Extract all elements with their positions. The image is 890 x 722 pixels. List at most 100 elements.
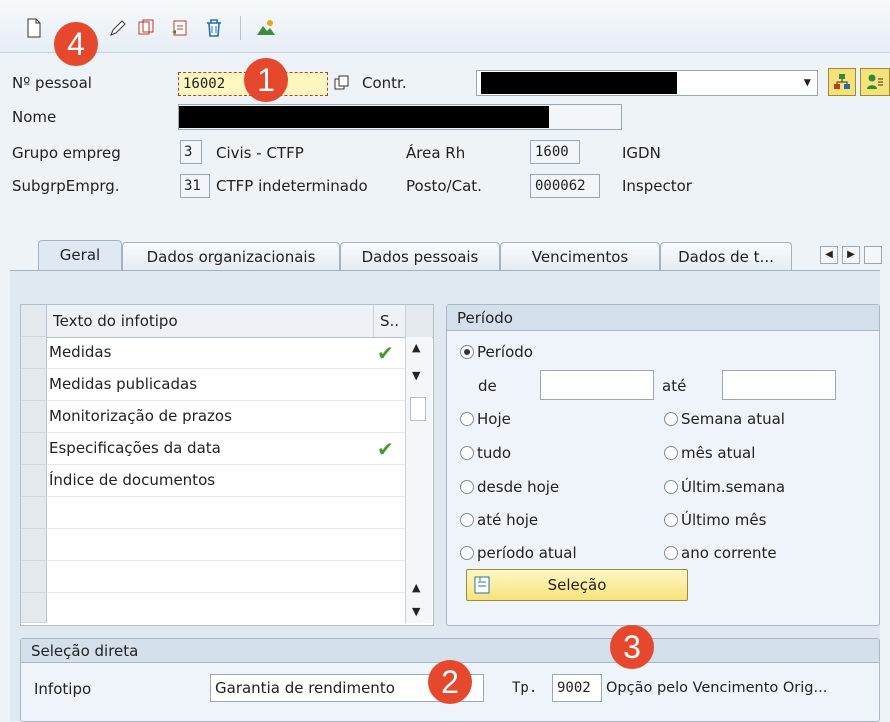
- row-selector[interactable]: [21, 401, 47, 433]
- row-selector[interactable]: [21, 337, 47, 369]
- person-button[interactable]: [860, 68, 890, 96]
- row-label: Índice de documentos: [49, 471, 216, 489]
- row-selector[interactable]: [21, 433, 47, 465]
- scroll-page-down-icon[interactable]: ▼: [412, 369, 420, 382]
- position-code: 000062: [530, 174, 600, 198]
- to-date-input[interactable]: [722, 370, 836, 400]
- copy-icon[interactable]: [334, 75, 350, 91]
- type-description: Opção pelo Vencimento Orig...: [606, 680, 828, 696]
- to-label: até: [662, 377, 687, 395]
- tab-dados-organizacionais[interactable]: Dados organizacionais: [122, 242, 340, 272]
- table-header: Texto do infotipo S..: [21, 305, 433, 338]
- radio-ultima-semana[interactable]: Últim.semana: [664, 478, 785, 496]
- infotype-label: Infotipo: [34, 680, 92, 698]
- tab-list-icon[interactable]: [864, 246, 882, 264]
- table-row[interactable]: Medidas ✔: [47, 337, 407, 369]
- row-selector[interactable]: [21, 465, 47, 497]
- tab-scroll-left-icon[interactable]: ◀: [820, 246, 838, 264]
- row-selector[interactable]: [21, 497, 47, 529]
- employee-subgroup-text: CTFP indeterminado: [216, 177, 368, 195]
- scroll-page-up-icon[interactable]: ▲: [412, 581, 420, 594]
- radio-label: Período: [477, 343, 533, 361]
- row-selector[interactable]: [21, 593, 47, 623]
- column-header-text[interactable]: Texto do infotipo: [53, 312, 178, 330]
- personnel-number-label: Nº pessoal: [12, 74, 92, 92]
- selection-icon: [474, 576, 490, 594]
- radio-ultimo-mes[interactable]: Último mês: [664, 511, 766, 529]
- row-label: Medidas: [49, 343, 112, 361]
- radio-tudo[interactable]: tudo: [460, 444, 511, 462]
- row-selector[interactable]: [21, 561, 47, 593]
- redacted-name: [179, 106, 549, 128]
- from-date-input[interactable]: [540, 370, 654, 400]
- contract-select[interactable]: ▼: [476, 70, 818, 96]
- row-selector[interactable]: [21, 529, 47, 561]
- delete-icon[interactable]: [204, 18, 224, 38]
- overview-icon[interactable]: [256, 18, 276, 38]
- new-document-icon[interactable]: [24, 18, 44, 38]
- table-scrollbar[interactable]: ▲ ▼ ▲ ▼: [405, 337, 432, 623]
- table-row[interactable]: [47, 497, 407, 529]
- chevron-down-icon: ▼: [803, 75, 811, 89]
- hierarchy-icon: [834, 74, 850, 89]
- name-field: [178, 104, 622, 130]
- employee-group-text: Civis - CTFP: [216, 144, 304, 162]
- column-header-status[interactable]: S..: [373, 305, 405, 337]
- table-row[interactable]: Especificações da data ✔: [47, 433, 407, 465]
- radio-desde-hoje[interactable]: desde hoje: [460, 478, 559, 496]
- tab-vencimentos[interactable]: Vencimentos: [500, 242, 660, 272]
- table-row[interactable]: Índice de documentos: [47, 465, 407, 497]
- table-row[interactable]: Monitorização de prazos: [47, 401, 407, 433]
- row-label: Especificações da data: [49, 439, 221, 457]
- annotation-marker-1: 1: [244, 58, 288, 102]
- radio-ano-corrente[interactable]: ano corrente: [664, 544, 777, 562]
- radio-selected-icon: [460, 345, 474, 359]
- type-label: Tp.: [512, 680, 538, 696]
- scroll-down-icon[interactable]: ▼: [412, 605, 420, 618]
- tab-geral[interactable]: Geral: [38, 240, 122, 272]
- scroll-thumb[interactable]: [410, 397, 426, 421]
- annotation-marker-3: 3: [610, 625, 654, 669]
- tab-dados-pessoais[interactable]: Dados pessoais: [340, 242, 500, 272]
- contract-label: Contr.: [362, 74, 407, 92]
- position-label: Posto/Cat.: [406, 177, 482, 195]
- copy-icon[interactable]: [136, 18, 156, 38]
- annotation-marker-2: 2: [428, 660, 472, 704]
- redacted-contract: [481, 72, 677, 94]
- column-settings-cell[interactable]: [405, 305, 433, 337]
- radio-period[interactable]: Período: [460, 343, 533, 361]
- employee-group-code: 3: [180, 140, 202, 164]
- radio-mes-atual[interactable]: mês atual: [664, 444, 755, 462]
- type-input[interactable]: 9002: [552, 674, 602, 702]
- name-label: Nome: [12, 108, 57, 126]
- person-icon: [867, 74, 883, 89]
- row-selector[interactable]: [21, 369, 47, 401]
- toolbar-separator: [240, 16, 241, 40]
- radio-periodo-atual[interactable]: período atual: [460, 544, 577, 562]
- checkmark-icon: ✔: [377, 437, 394, 461]
- employee-group-label: Grupo empreg: [12, 144, 121, 162]
- change-pencil-icon[interactable]: [108, 18, 128, 38]
- radio-hoje[interactable]: Hoje: [460, 410, 511, 428]
- table-row[interactable]: [47, 529, 407, 561]
- table-row[interactable]: [47, 561, 407, 593]
- tab-dados-de-t[interactable]: Dados de t...: [660, 242, 792, 272]
- table-row[interactable]: Medidas publicadas: [47, 369, 407, 401]
- radio-ate-hoje[interactable]: até hoje: [460, 511, 538, 529]
- org-structure-button[interactable]: [828, 68, 856, 96]
- annotation-marker-4: 4: [54, 22, 98, 66]
- personnel-area-code: 1600: [530, 140, 580, 164]
- personnel-area-label: Área Rh: [406, 144, 466, 162]
- delimit-icon[interactable]: [170, 18, 190, 38]
- scroll-up-icon[interactable]: ▲: [412, 341, 420, 354]
- row-label: Medidas publicadas: [49, 375, 198, 393]
- employee-subgroup-code: 31: [180, 174, 210, 198]
- tab-scroll-right-icon[interactable]: ▶: [842, 246, 860, 264]
- selection-button-label: Seleção: [547, 576, 607, 594]
- select-all-cell[interactable]: [21, 305, 47, 337]
- personnel-area-text: IGDN: [622, 144, 661, 162]
- radio-semana-atual[interactable]: Semana atual: [664, 410, 785, 428]
- selection-button[interactable]: Seleção: [466, 569, 688, 601]
- position-text: Inspector: [622, 177, 692, 195]
- application-toolbar: [0, 0, 890, 53]
